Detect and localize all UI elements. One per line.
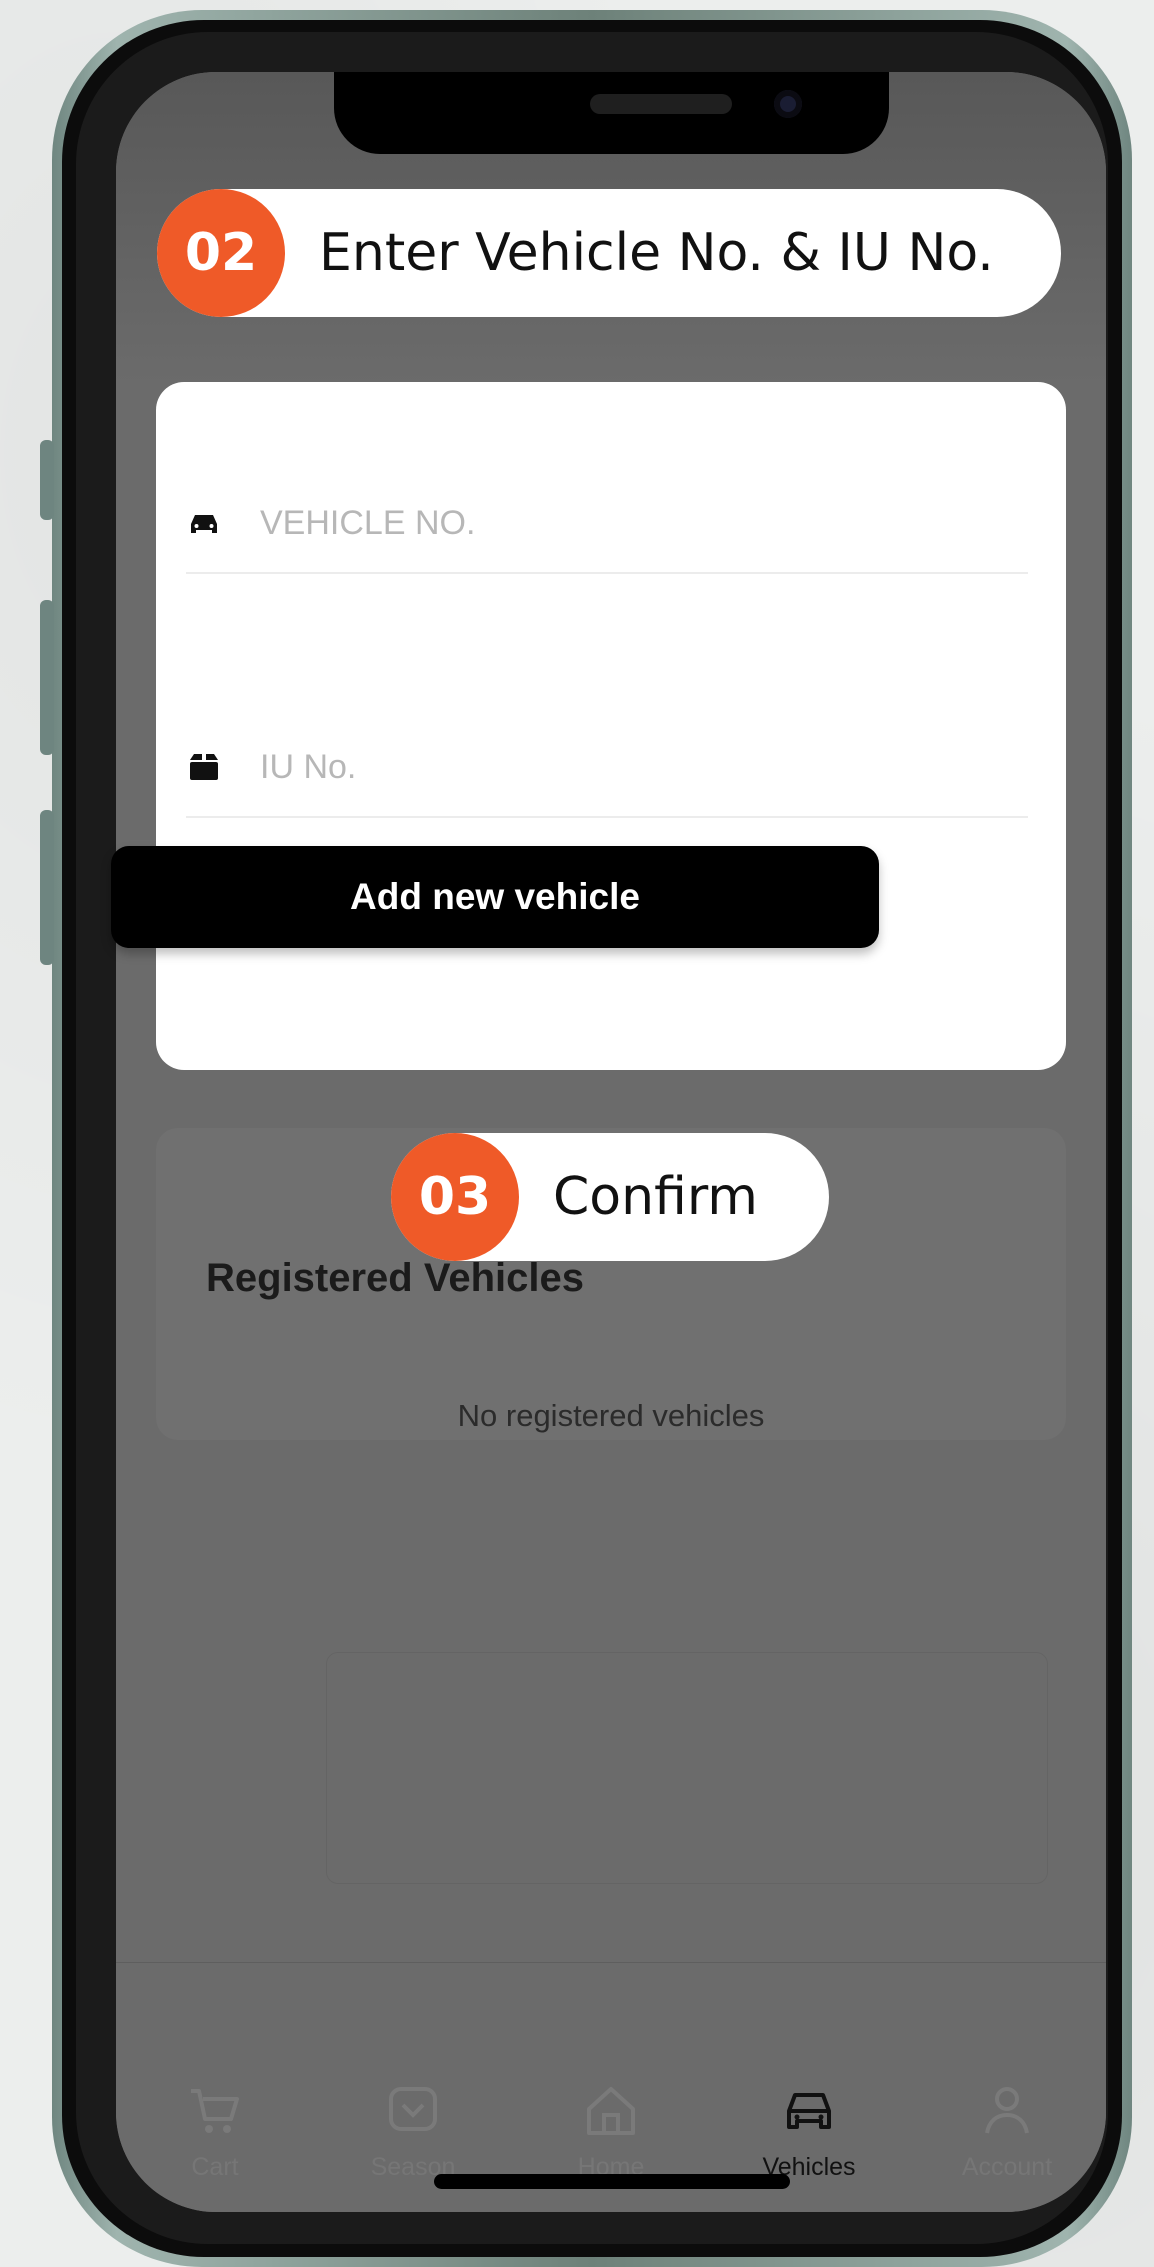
nav-item-cart[interactable]: Cart [116,1963,314,2212]
home-indicator [434,2174,790,2189]
volume-up-button [40,600,54,755]
front-camera [774,90,802,118]
speaker [590,94,732,114]
vehicle-number-field [186,472,1028,574]
step-instruction: Confirm [553,1167,758,1227]
nav-item-account[interactable]: Account [908,1963,1106,2212]
notch [334,72,889,154]
step-instruction: Enter Vehicle No. & IU No. [319,223,994,283]
step-number-badge: 03 [391,1133,519,1261]
add-new-vehicle-button[interactable]: Add new vehicle [111,846,879,948]
step-callout-02: 02 Enter Vehicle No. & IU No. [157,189,1061,317]
iu-number-input[interactable] [258,734,1002,800]
nav-label-account: Account [961,2153,1053,2181]
account-icon [985,2087,1029,2134]
car-icon [191,515,217,533]
vehicle-number-input[interactable] [258,490,1002,556]
empty-vehicles-message: No registered vehicles [457,1398,765,1433]
content-placeholder [326,1652,1048,1884]
car-icon [787,2093,831,2129]
step-number-badge: 02 [157,189,285,317]
home-icon [587,2087,635,2135]
mute-switch [40,440,54,520]
season-icon [389,2087,437,2131]
volume-down-button [40,810,54,965]
nav-label-cart: Cart [191,2153,239,2181]
cart-icon [191,2089,239,2133]
iu-number-field [186,716,1028,818]
step-callout-03: 03 Confirm [391,1133,829,1261]
add-vehicle-form [156,382,1066,1070]
box-icon [190,754,218,780]
registered-vehicles-title: Registered Vehicles [206,1256,584,1300]
